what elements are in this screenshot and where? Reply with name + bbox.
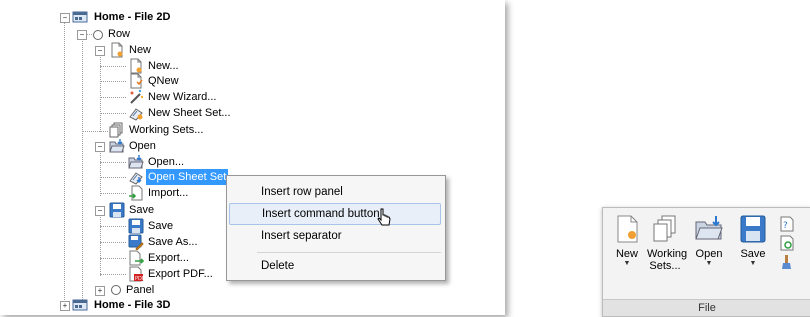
menu-item-delete[interactable]: Delete xyxy=(229,255,441,277)
tree-item-qnew[interactable]: QNew xyxy=(146,73,181,89)
tree-line xyxy=(82,38,83,300)
open-folder-icon xyxy=(694,214,724,244)
open-folder-icon xyxy=(109,138,125,154)
collapse-toggle[interactable]: − xyxy=(95,206,105,216)
tree-line xyxy=(100,242,126,243)
menu-item-insert-row-panel[interactable]: Insert row panel xyxy=(229,181,441,203)
tree-item-export[interactable]: Export... xyxy=(146,250,191,266)
tree-line xyxy=(82,131,108,132)
sheet-set-icon xyxy=(128,105,144,121)
save-floppy-icon xyxy=(128,218,144,234)
menu-item-insert-command-button[interactable]: Insert command button xyxy=(229,203,441,225)
ribbon-new-label: New xyxy=(615,248,638,260)
tree-item-row[interactable]: Row xyxy=(106,26,132,42)
help-doc-icon[interactable]: ? xyxy=(779,216,803,235)
tree-line xyxy=(100,150,101,196)
tree-line xyxy=(100,193,126,194)
tree-item-new-wizard[interactable]: New Wizard... xyxy=(146,89,218,105)
tree-item-new-sheet-set[interactable]: New Sheet Set... xyxy=(146,105,233,121)
expand-toggle[interactable]: + xyxy=(60,301,70,311)
new-document-icon xyxy=(128,58,144,74)
working-sets-icon xyxy=(109,122,125,138)
expand-toggle[interactable]: + xyxy=(95,286,105,296)
ribbon-working-sets-label-2: Sets... xyxy=(649,260,681,272)
tree-line xyxy=(100,162,126,163)
tree-item-save-item[interactable]: Save xyxy=(146,218,175,234)
ribbon-save-button[interactable]: Save ▼ xyxy=(735,214,771,268)
import-icon xyxy=(128,185,144,201)
collapse-toggle[interactable]: − xyxy=(77,30,87,40)
tree-line xyxy=(64,22,65,302)
tree-line xyxy=(100,177,126,178)
ribbon-file-panel: New ▼ Working Sets... Open ▼ Save ▼ ? Fi… xyxy=(602,207,810,317)
tree-item-new-dots[interactable]: New... xyxy=(146,58,181,74)
qnew-icon xyxy=(128,73,144,89)
dropdown-arrow-icon: ▼ xyxy=(623,260,631,267)
tree-item-working-sets[interactable]: Working Sets... xyxy=(127,122,205,138)
dropdown-arrow-icon: ▼ xyxy=(749,260,757,267)
tree-line xyxy=(100,81,126,82)
ribbon-open-label: Open xyxy=(695,248,723,260)
new-document-icon xyxy=(612,214,642,244)
tree-line xyxy=(100,258,126,259)
ribbon-working-sets-label-1: Working xyxy=(647,248,688,260)
open-folder-icon xyxy=(128,154,144,170)
menu-item-insert-separator[interactable]: Insert separator xyxy=(229,225,441,247)
ribbon-open-button[interactable]: Open ▼ xyxy=(691,214,727,268)
menu-separator xyxy=(257,252,441,253)
tree-item-open[interactable]: Open xyxy=(127,138,158,154)
ribbon-tab-icon xyxy=(72,297,88,313)
tree-item-panel[interactable]: Panel xyxy=(124,282,156,298)
new-document-icon xyxy=(109,42,125,58)
ribbon-new-button[interactable]: New ▼ xyxy=(609,214,645,268)
save-as-icon xyxy=(128,234,144,250)
ribbon-tab-icon xyxy=(72,9,88,25)
dropdown-arrow-icon: ▼ xyxy=(705,260,713,267)
collapse-toggle[interactable]: − xyxy=(95,142,105,152)
tree-line xyxy=(100,226,126,227)
tree-item-open-sheet-set[interactable]: Open Sheet Set xyxy=(146,169,229,185)
context-menu: Insert row panel Insert command button I… xyxy=(226,175,446,281)
tree-item-import[interactable]: Import... xyxy=(146,185,190,201)
tree-item-save[interactable]: Save xyxy=(127,202,156,218)
sheet-set-icon xyxy=(128,169,144,185)
tree-item-home-file-3d[interactable]: Home - File 3D xyxy=(92,297,172,313)
hand-pointer-cursor-icon xyxy=(377,208,391,231)
tree-line xyxy=(100,66,126,67)
tree-item-new[interactable]: New xyxy=(127,42,153,58)
tree-item-home-file-2d[interactable]: Home - File 2D xyxy=(92,9,172,25)
ribbon-working-sets-button[interactable]: Working Sets... xyxy=(647,214,688,272)
tree-line xyxy=(100,274,126,275)
tree-item-export-pdf[interactable]: Export PDF... xyxy=(146,266,215,282)
save-floppy-icon xyxy=(738,214,768,244)
plot-brush-icon[interactable] xyxy=(779,254,803,273)
pdf-icon: PDF xyxy=(128,266,144,282)
collapse-toggle[interactable]: − xyxy=(95,46,105,56)
working-sets-icon xyxy=(650,214,680,244)
tree-line xyxy=(100,113,126,114)
tree-item-save-as[interactable]: Save As... xyxy=(146,234,200,250)
ribbon-panel-title: File xyxy=(603,299,810,316)
tree-line xyxy=(100,97,126,98)
save-floppy-icon xyxy=(109,202,125,218)
tree-item-open-dots[interactable]: Open... xyxy=(146,154,186,170)
wizard-wand-icon xyxy=(128,89,144,105)
collapse-toggle[interactable]: − xyxy=(60,13,70,23)
recover-doc-icon[interactable] xyxy=(779,235,803,254)
ribbon-small-buttons: ? xyxy=(779,216,803,273)
svg-text:?: ? xyxy=(783,221,788,231)
ribbon-save-label: Save xyxy=(740,248,766,260)
export-icon xyxy=(128,250,144,266)
tree-line xyxy=(100,214,101,276)
